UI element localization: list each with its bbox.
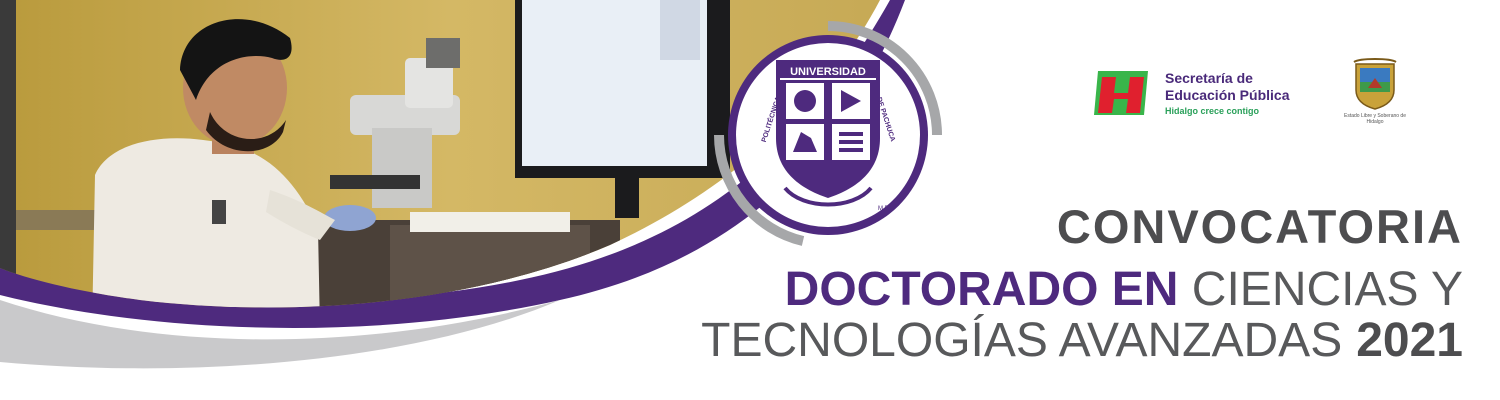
state-caption: Estado Libre y Soberano de Hidalgo xyxy=(1344,113,1406,125)
state-crest-icon xyxy=(1353,58,1397,110)
university-seal-graphic: UNIVERSIDAD POLITÉCNICA DE PACHUCA M.R. xyxy=(714,21,942,246)
program-light-text-1: CIENCIAS Y xyxy=(1191,263,1463,316)
university-seal: UNIVERSIDAD POLITÉCNICA DE PACHUCA M.R. xyxy=(713,20,943,250)
sep-slogan: Hidalgo crece contigo xyxy=(1165,106,1260,116)
seal-mark: M.R. xyxy=(878,206,891,212)
hidalgo-state-logo: Estado Libre y Soberano de Hidalgo xyxy=(1340,58,1410,130)
sep-logo: Secretaría de Educación Pública Hidalgo … xyxy=(1092,64,1302,124)
sep-h-icon xyxy=(1094,71,1148,115)
headline-convocatoria: CONVOCATORIA xyxy=(1056,200,1463,253)
program-bold-text: DOCTORADO EN xyxy=(784,263,1179,316)
program-year: 2021 xyxy=(1356,314,1463,367)
sep-title-line1: Secretaría de xyxy=(1165,70,1253,86)
headline-program-line2: TECNOLOGÍAS AVANZADAS 2021 xyxy=(701,313,1463,368)
program-light-text-2: TECNOLOGÍAS AVANZADAS xyxy=(701,314,1343,367)
seal-text-top: UNIVERSIDAD xyxy=(790,66,866,78)
headline-program-line1: DOCTORADO EN CIENCIAS Y xyxy=(785,262,1463,317)
convocatoria-banner: UNIVERSIDAD POLITÉCNICA DE PACHUCA M.R. … xyxy=(0,0,1500,400)
sep-title-line2: Educación Pública xyxy=(1165,87,1290,103)
